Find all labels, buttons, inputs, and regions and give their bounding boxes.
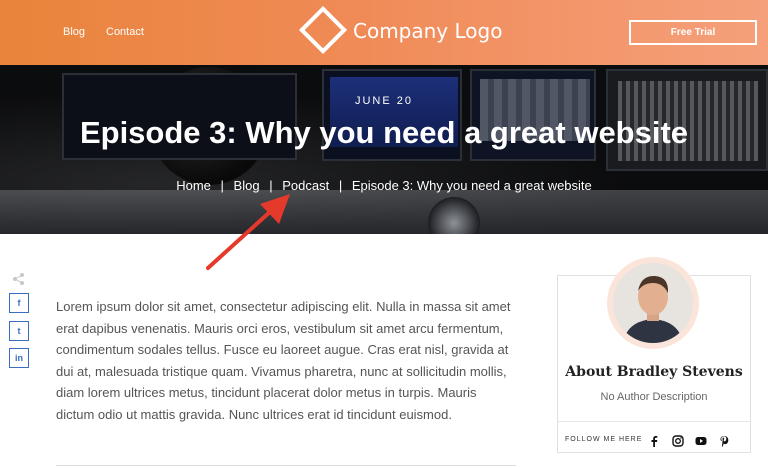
avatar	[613, 263, 693, 343]
author-description: No Author Description	[600, 391, 708, 403]
free-trial-button[interactable]: Free Trial	[629, 20, 757, 45]
nav-contact-link[interactable]: Contact	[106, 26, 144, 38]
facebook-share-icon[interactable]: f	[9, 293, 29, 313]
facebook-icon[interactable]	[647, 434, 661, 448]
author-name: About Bradley Stevens	[565, 364, 743, 380]
logo-diamond-icon[interactable]	[298, 5, 348, 55]
share-icon[interactable]	[12, 272, 26, 286]
site-header: Blog Contact Company Logo Free Trial	[0, 0, 768, 65]
breadcrumb-separator: |	[338, 178, 343, 193]
twitter-share-icon[interactable]: t	[9, 321, 29, 341]
post-title: Episode 3: Why you need a great website	[79, 115, 689, 150]
linkedin-share-icon[interactable]: in	[9, 348, 29, 368]
breadcrumb-current: Episode 3: Why you need a great website	[351, 178, 592, 193]
annotation-arrow-icon	[206, 194, 290, 270]
nav-blog-link[interactable]: Blog	[63, 26, 85, 38]
page: Blog Contact Company Logo Free Trial JUN…	[0, 0, 768, 468]
youtube-icon[interactable]	[694, 434, 708, 448]
author-card-divider	[558, 421, 750, 422]
follow-label: FOLLOW ME HERE	[565, 436, 643, 443]
pinterest-icon[interactable]	[717, 434, 731, 448]
article-divider	[56, 465, 516, 466]
hero-banner: JUNE 20 Episode 3: Why you need a great …	[0, 65, 768, 234]
instagram-icon[interactable]	[671, 434, 685, 448]
author-avatar-ring	[607, 257, 699, 349]
post-date: JUNE 20	[354, 95, 414, 107]
studio-desk	[0, 190, 768, 234]
breadcrumb: Home | Blog | Podcast | Episode 3: Why y…	[0, 178, 768, 193]
article-body: Lorem ipsum dolor sit amet, consectetur …	[56, 299, 511, 422]
company-logo-text[interactable]: Company Logo	[353, 19, 502, 43]
author-photo-icon	[613, 263, 693, 343]
